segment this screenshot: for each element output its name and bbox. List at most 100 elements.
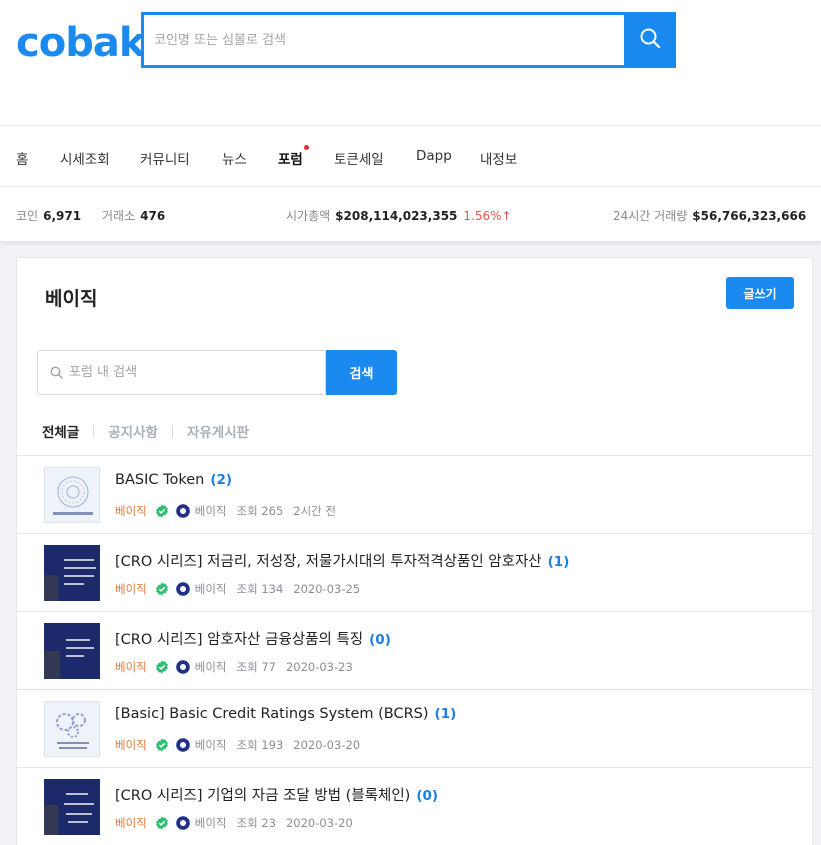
coin-search-button[interactable] [624,15,676,65]
coin-search-box [141,12,676,68]
post-author[interactable]: 베이직 [195,815,227,831]
comment-count: (0) [416,788,439,804]
author-avatar-icon [175,582,190,596]
post-thumbnail [44,467,100,523]
nav-my-info[interactable]: 내정보 [480,148,517,168]
post-date: 2020-03-23 [285,660,353,674]
search-icon [639,27,661,53]
post-title[interactable]: [CRO 시리즈] 저금리, 저성장, 저물가시대의 투자적격상품인 암호자산 (… [115,550,569,571]
market-stats-bar: 코인 6,971 거래소 476 시가총액 $208,114,023,355 1.56%… [0,187,821,241]
post-views: 조회 134 [236,582,284,596]
nav-home[interactable]: 홈 [16,148,28,168]
stat-coins-label: 코인 [16,209,39,223]
post-date: 2020-03-20 [293,738,361,752]
author-avatar-icon [175,660,190,674]
stat-marketcap-change: 1.56%↑ [463,209,512,223]
post-author[interactable]: 베이직 [195,581,227,597]
verified-badge-icon [155,816,169,830]
verified-badge-icon [155,660,169,674]
stat-exchanges: 거래소 476 [102,207,165,224]
post-board[interactable]: 베이직 [115,581,147,597]
nav-forum[interactable]: 포럼 [278,145,309,168]
tab-notices[interactable]: 공지사항 [108,421,158,441]
post-views: 조회 193 [236,738,284,752]
nav-community[interactable]: 커뮤니티 [140,148,190,168]
tab-free-board[interactable]: 자유게시판 [187,421,249,441]
nav-forum-label: 포럼 [278,152,303,168]
post-row[interactable]: [CRO 시리즈] 암호자산 금융상품의 특징 (0) 베이직 베이직 조회 77… [17,612,812,690]
stat-coins-value: 6,971 [43,209,82,223]
post-author[interactable]: 베이직 [195,659,227,675]
post-views: 조회 265 [236,504,284,518]
stat-volume: 24시간 거래량 $56,766,323,666 [613,207,806,224]
cobak-logo[interactable]: cobak [16,18,145,68]
post-meta: 베이직 베이직 조회 134 2020-03-25 [115,581,360,597]
verified-badge-icon [155,738,169,752]
post-thumbnail [44,545,100,601]
post-title[interactable]: [CRO 시리즈] 기업의 자금 조달 방법 (블록체인) (0) [115,784,438,805]
post-title[interactable]: BASIC Token (2) [115,472,232,488]
author-avatar-icon [175,504,190,518]
verified-badge-icon [155,582,169,596]
post-author[interactable]: 베이직 [195,737,227,753]
post-title[interactable]: [CRO 시리즈] 암호자산 금융상품의 특징 (0) [115,628,391,649]
post-author[interactable]: 베이직 [195,503,227,519]
verified-badge-icon [155,504,169,518]
nav-market[interactable]: 시세조회 [60,148,110,168]
post-title-text: [CRO 시리즈] 기업의 자금 조달 방법 (블록체인) [115,788,411,804]
post-meta: 베이직 베이직 조회 77 2020-03-23 [115,659,353,675]
post-board[interactable]: 베이직 [115,659,147,675]
post-list: BASIC Token (2) 베이직 베이직 조회 265 2시간 전 [CR… [17,455,812,845]
post-title-text: [CRO 시리즈] 암호자산 금융상품의 특징 [115,632,364,648]
post-views: 조회 23 [236,816,276,830]
stat-marketcap-label: 시가총액 [286,209,331,223]
post-date: 2020-03-25 [293,582,361,596]
stat-exchanges-value: 476 [140,209,166,223]
post-title-text: [CRO 시리즈] 저금리, 저성장, 저물가시대의 투자적격상품인 암호자산 [115,554,542,570]
post-title-text: BASIC Token [115,472,205,488]
stat-coins: 코인 6,971 [16,207,81,224]
post-views: 조회 77 [236,660,276,674]
main-nav: 홈 시세조회 커뮤니티 뉴스 포럼 토큰세일 Dapp 내정보 [0,125,821,187]
comment-count: (0) [369,632,391,648]
forum-panel: 베이직 글쓰기 검색 전체글 공지사항 자유게시판 BASIC Token (2) [16,257,813,845]
stat-exchanges-label: 거래소 [102,209,136,223]
stat-marketcap-value: $208,114,023,355 [335,209,458,223]
stat-marketcap: 시가총액 $208,114,023,355 1.56%↑ [286,207,512,224]
post-meta: 베이직 베이직 조회 193 2020-03-20 [115,737,360,753]
forum-title: 베이직 [45,288,98,310]
search-icon [50,366,63,379]
post-row[interactable]: [Basic] Basic Credit Ratings System (BCR… [17,690,812,768]
post-title[interactable]: [Basic] Basic Credit Ratings System (BCR… [115,706,456,722]
post-board[interactable]: 베이직 [115,737,147,753]
post-meta: 베이직 베이직 조회 265 2시간 전 [115,503,336,519]
post-meta: 베이직 베이직 조회 23 2020-03-20 [115,815,353,831]
coin-search-input[interactable] [144,15,624,65]
nav-dapp[interactable]: Dapp [416,148,452,164]
board-tabs: 전체글 공지사항 자유게시판 [42,421,249,441]
nav-token-sale[interactable]: 토큰세일 [334,148,384,168]
post-board[interactable]: 베이직 [115,503,147,519]
author-avatar-icon [175,738,190,752]
post-date: 2020-03-20 [285,816,353,830]
header: cobak [0,0,821,125]
comment-count: (2) [210,472,233,488]
write-post-button[interactable]: 글쓰기 [726,277,794,309]
tab-all-posts[interactable]: 전체글 [42,421,79,441]
post-title-text: [Basic] Basic Credit Ratings System (BCR… [115,706,429,722]
post-board[interactable]: 베이직 [115,815,147,831]
post-row[interactable]: [CRO 시리즈] 저금리, 저성장, 저물가시대의 투자적격상품인 암호자산 (… [17,534,812,612]
nav-news[interactable]: 뉴스 [222,148,247,168]
comment-count: (1) [434,706,457,722]
new-indicator-dot [303,145,309,150]
post-thumbnail [44,779,100,835]
stat-volume-value: $56,766,323,666 [692,209,807,223]
tab-divider [93,424,95,438]
forum-search-input[interactable] [69,365,325,380]
post-thumbnail [44,623,100,679]
forum-search-button[interactable]: 검색 [326,350,397,395]
post-date: 2시간 전 [293,504,336,518]
tab-divider [171,424,173,438]
post-row[interactable]: [CRO 시리즈] 기업의 자금 조달 방법 (블록체인) (0) 베이직 베이직… [17,768,812,845]
post-row[interactable]: BASIC Token (2) 베이직 베이직 조회 265 2시간 전 [17,456,812,534]
